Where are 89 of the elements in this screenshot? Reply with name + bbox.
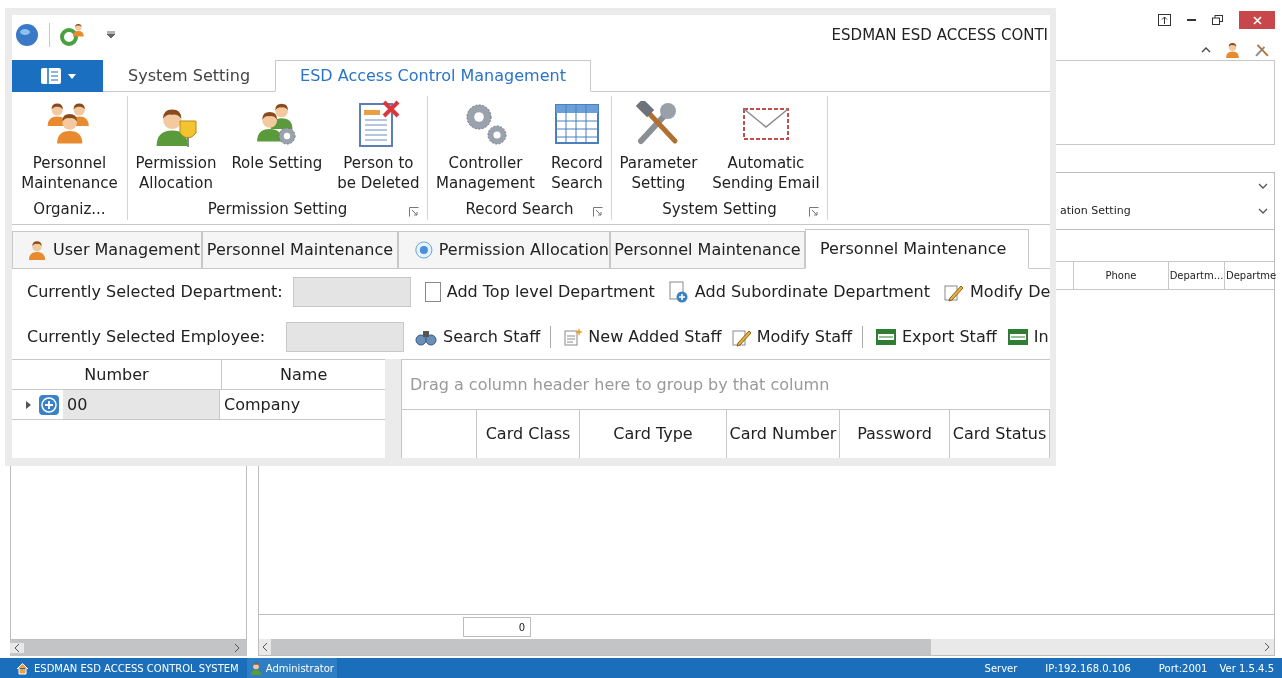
ribbon-button[interactable]: Controller Management [434,99,537,193]
restore-icon[interactable] [1212,15,1223,25]
department-label: Currently Selected Department: [27,281,283,303]
pin-window-icon[interactable] [1158,14,1171,26]
ribbon-button[interactable]: Person to be Deleted [335,99,422,193]
column-header[interactable]: Departm... [1168,262,1224,289]
pencil-icon [731,327,752,347]
user-badge[interactable]: Administrator [246,658,337,678]
group-label: System Setting [662,198,777,220]
ribbon-button[interactable]: Parameter Setting [617,99,700,193]
toolbar-button[interactable]: Search Staff [414,325,541,349]
group-label: Permission Setting [207,198,348,220]
panel-icon [39,67,62,85]
dialog-launcher-icon[interactable] [809,207,819,217]
column-header[interactable]: Card Status [950,410,1050,458]
document-tab[interactable]: Personnel Maintenance [202,231,398,269]
version-number: Ver 1.5.4.5 [1219,661,1274,676]
document-tab[interactable]: Personnel Maintenance [610,231,805,269]
window-title: ESDMAN ESD ACCESS CONTI [831,24,1049,46]
toolbar-button[interactable]: Modify De [944,280,1050,304]
toolbar-button[interactable]: Modify Staff [731,325,852,349]
add-node-icon[interactable] [38,393,60,416]
user-icon[interactable] [1225,42,1240,58]
column-header[interactable]: Card Number [727,410,840,458]
ribbon-tab[interactable]: System Setting [103,60,276,92]
column-header[interactable]: Departme [1224,262,1274,289]
tools-icon[interactable] [1254,42,1270,58]
toolbar-button[interactable]: Add Subordinate Department [668,280,931,304]
port-number: Port:2001 [1158,661,1208,676]
table-icon [553,103,600,145]
envelope-icon [741,105,790,143]
employee-label: Currently Selected Employee: [27,326,267,348]
minimize-icon[interactable] [1187,18,1196,22]
dialog-launcher-icon[interactable] [409,207,419,217]
toolbar-button[interactable]: In [1006,325,1049,349]
close-icon [1252,15,1262,25]
expand-arrow-icon[interactable] [24,400,32,409]
add-page-icon [668,281,689,303]
user-name: Administrator [265,661,334,676]
caret-icon [67,73,76,79]
chevron-down-icon [1258,208,1268,214]
column-header[interactable]: Phone [1073,262,1168,289]
ribbon-button[interactable]: Record Search [549,99,605,193]
horizontal-scrollbar[interactable] [259,639,1274,655]
document-tab[interactable]: User Management [12,231,202,269]
pencil-icon [944,282,965,302]
close-button[interactable] [1239,11,1275,29]
user-icon [27,240,47,260]
column-header[interactable]: Card Class [477,410,580,458]
customize-toolbar-icon[interactable] [106,31,116,39]
blank-page-icon [424,282,441,302]
ribbon-button[interactable]: Role Setting [229,99,325,173]
scroll-left-icon[interactable] [10,643,24,653]
globe-icon[interactable] [15,23,39,47]
user-icon [249,661,262,675]
toolbar-button[interactable]: Export Staff [875,325,997,349]
ribbon-button[interactable]: Personnel Maintenance [19,99,120,193]
document-delete-icon [356,100,401,148]
chevron-down-icon [1258,182,1268,189]
ribbon-tab[interactable]: ESD Access Control Management [275,60,591,92]
horizontal-scrollbar[interactable] [10,640,247,656]
count-field: 0 [463,617,531,637]
column-header[interactable]: Password [840,410,950,458]
home-icon [16,661,29,675]
group-label: Organiz... [33,198,106,220]
document-tab[interactable]: Permission Allocation [398,231,610,269]
column-header[interactable]: Card Type [580,410,727,458]
refresh-person-icon[interactable] [60,23,86,47]
app-menu-button[interactable] [12,60,103,92]
spreadsheet-icon [875,328,897,346]
filter-dropdown[interactable]: ation Setting [1060,202,1258,220]
collapse-ribbon-icon[interactable] [1201,47,1211,53]
app-name: ESDMAN ESD ACCESS CONTROL SYSTEM [34,661,239,676]
dialog-launcher-icon[interactable] [593,207,603,217]
table-cell: 00 [63,390,220,419]
column-header[interactable]: Name [222,360,386,389]
ip-address: IP:192.168.0.106 [1045,661,1131,676]
group-panel-hint: Drag a column header here to group by that column [410,373,830,396]
toolbar-button[interactable]: Add Top level Department [424,280,655,304]
group-label: Record Search [465,198,574,220]
ribbon-button[interactable]: Permission Allocation [133,99,219,193]
table-cell-text: Company [223,393,302,416]
toolbar-button[interactable]: New Added Staff [563,325,722,349]
column-header[interactable]: Number [12,360,222,389]
spreadsheet-icon [1006,328,1029,346]
document-tab[interactable]: Personnel Maintenance [805,229,1029,269]
server-label: Server [984,661,1018,676]
ribbon-button[interactable]: Automatic Sending Email [710,99,822,193]
new-document-icon [563,327,584,347]
